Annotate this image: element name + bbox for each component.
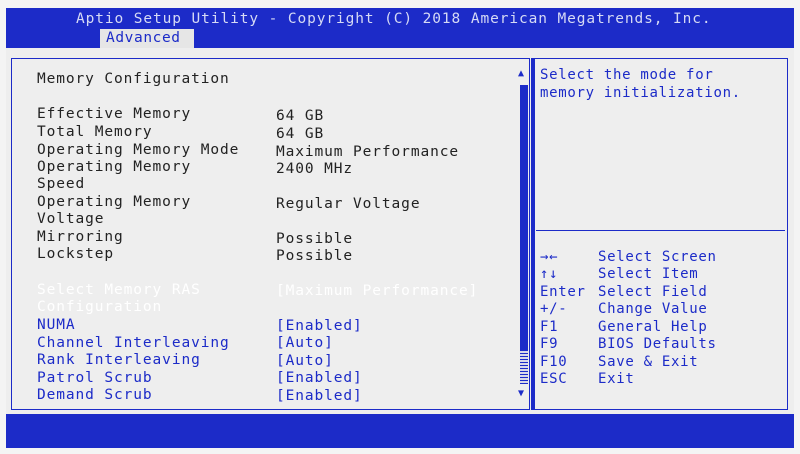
app-title: Aptio Setup Utility - Copyright (C) 2018… [76,11,712,27]
setting-label-select-memory-ras[interactable]: Select Memory RAS Configuration [37,282,201,316]
keydesc-general-help: General Help [598,319,708,335]
setting-value-channel-interleaving[interactable]: [Auto] [276,335,334,352]
tab-advanced[interactable]: Advanced [100,29,194,48]
bios-screen: Aptio Setup Utility - Copyright (C) 2018… [6,8,794,448]
key-change-value: +/- [540,301,568,317]
info-label-mirroring: Mirroring [37,229,124,245]
key-select-screen: →← [540,249,559,265]
info-label-operating-memory-mode: Operating Memory Mode [37,142,240,158]
info-value-operating-memory-mode: Maximum Performance [276,144,459,160]
setting-label-channel-interleaving[interactable]: Channel Interleaving [37,335,230,352]
info-value-effective-memory: 64 GB [276,108,325,124]
section-title: Memory Configuration [37,71,230,87]
keydesc-bios-defaults: BIOS Defaults [598,336,717,352]
main-panel: Memory Configuration Effective Memory 64… [6,48,794,414]
setting-value-patrol-scrub[interactable]: [Enabled] [276,370,363,387]
scroll-down-arrow-icon[interactable]: ▼ [518,388,524,399]
key-bios-defaults: F9 [540,336,559,352]
keydesc-select-screen: Select Screen [598,249,717,265]
keydesc-select-field: Select Field [598,284,708,300]
help-description: Select the mode for memory initializatio… [540,67,741,101]
scrollbar-track[interactable] [520,350,528,384]
key-select-field: Enter [540,284,586,300]
key-save-exit: F10 [540,354,568,370]
info-label-operating-memory-voltage: Operating Memory Voltage [37,194,192,227]
bottom-bar [6,414,794,448]
setting-label-rank-interleaving[interactable]: Rank Interleaving [37,352,201,369]
info-value-lockstep: Possible [276,248,354,264]
info-value-mirroring: Possible [276,231,354,247]
scrollbar-thumb[interactable] [520,85,528,350]
keydesc-exit: Exit [598,371,635,387]
info-label-lockstep: Lockstep [37,246,115,262]
keydesc-save-exit: Save & Exit [598,354,699,370]
key-exit: ESC [540,371,568,387]
setting-label-numa[interactable]: NUMA [37,317,76,334]
info-label-operating-memory-speed: Operating Memory Speed [37,159,192,192]
title-bar: Aptio Setup Utility - Copyright (C) 2018… [6,8,794,48]
info-label-effective-memory: Effective Memory [37,106,192,122]
key-select-item: ↑↓ [540,266,559,282]
info-value-operating-memory-voltage: Regular Voltage [276,196,421,212]
setting-label-demand-scrub[interactable]: Demand Scrub [37,387,153,404]
setting-value-demand-scrub[interactable]: [Enabled] [276,388,363,405]
setting-label-patrol-scrub[interactable]: Patrol Scrub [37,370,153,387]
setting-value-select-memory-ras[interactable]: [Maximum Performance] [276,283,478,300]
info-value-total-memory: 64 GB [276,126,325,142]
scroll-up-arrow-icon[interactable]: ▲ [518,68,524,79]
help-divider [536,230,785,231]
keydesc-select-item: Select Item [598,266,699,282]
key-general-help: F1 [540,319,559,335]
setting-value-rank-interleaving[interactable]: [Auto] [276,353,334,370]
setting-value-numa[interactable]: [Enabled] [276,318,363,335]
info-label-total-memory: Total Memory [37,124,153,140]
keydesc-change-value: Change Value [598,301,708,317]
info-value-operating-memory-speed: 2400 MHz [276,161,354,177]
